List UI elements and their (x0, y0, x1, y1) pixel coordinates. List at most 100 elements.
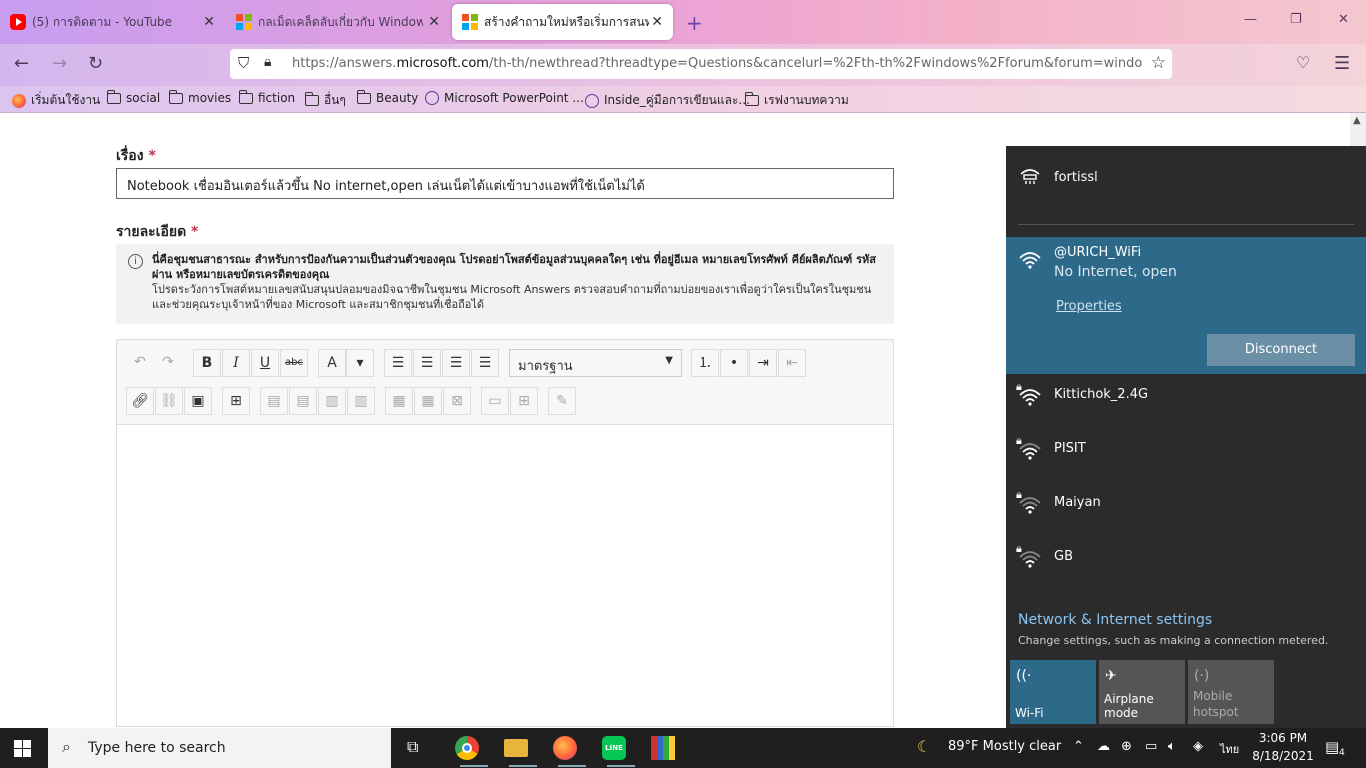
restore-icon[interactable]: ❐ (1290, 12, 1302, 27)
pocket-icon[interactable]: ♡ (1296, 53, 1310, 72)
bookmark-folder[interactable]: social (106, 89, 160, 105)
app-tray-icon[interactable]: ◈ (1193, 739, 1203, 754)
font-color-dropdown-icon[interactable]: ▾ (346, 349, 374, 377)
network-item[interactable]: 🔒︎ Maiyan (1006, 486, 1366, 536)
italic-button[interactable]: I (222, 349, 250, 377)
bulleted-list-icon[interactable]: • (720, 349, 748, 377)
merge-cells-icon[interactable]: ▭ (481, 387, 509, 415)
scroll-up-icon[interactable]: ▲ (1353, 115, 1361, 126)
clear-formatting-icon[interactable]: ✎ (548, 387, 576, 415)
bookmark-folder[interactable]: อื่นๆ (304, 91, 346, 110)
delete-column-icon[interactable]: ▦ (414, 387, 442, 415)
network-wired-fortissl[interactable]: fortissl (1006, 160, 1366, 200)
taskbar-search[interactable]: ⌕ Type here to search (48, 728, 391, 768)
shield-icon[interactable]: ⛉ (238, 54, 249, 72)
align-center-icon[interactable]: ☰ (413, 349, 441, 377)
moon-weather-icon[interactable]: ☾ (917, 737, 931, 756)
subject-input[interactable]: Notebook เชื่อมอินเตอร์แล้วขึ้น No inter… (116, 168, 894, 199)
tab-new-thread[interactable]: สร้างคำถามใหม่หรือเริ่มการสนทนา ✕ (452, 4, 673, 40)
chrome-icon[interactable] (455, 736, 479, 760)
split-cells-icon[interactable]: ⊞ (510, 387, 538, 415)
disconnect-button[interactable]: Disconnect (1207, 334, 1355, 366)
new-tab-icon[interactable]: + (686, 11, 703, 35)
table-row-above-icon[interactable]: ▤ (260, 387, 288, 415)
indent-icon[interactable]: ⇥ (749, 349, 777, 377)
close-tab-icon[interactable]: ✕ (651, 14, 663, 30)
mobile-hotspot-toggle[interactable]: (·) Mobile hotspot (1188, 660, 1274, 724)
table-col-left-icon[interactable]: ▥ (318, 387, 346, 415)
delete-row-icon[interactable]: ▦ (385, 387, 413, 415)
align-justify-icon[interactable]: ☰ (471, 349, 499, 377)
bookmark-folder[interactable]: fiction (238, 89, 295, 105)
lock-icon[interactable]: 🔒︎ (264, 54, 271, 70)
network-globe-icon[interactable]: ⊕ (1121, 739, 1132, 754)
bookmark-item[interactable]: เริ่มต้นใช้งาน (12, 91, 100, 110)
show-hidden-icons-icon[interactable]: ⌃ (1073, 739, 1084, 754)
insert-table-icon[interactable]: ⊞ (222, 387, 250, 415)
font-color-button[interactable]: A (318, 349, 346, 377)
volume-icon[interactable]: 🔈︎ (1168, 739, 1176, 754)
clock-date[interactable]: 8/18/2021 (1252, 749, 1314, 763)
link-icon[interactable]: 🔗︎ (126, 387, 154, 415)
clock-time[interactable]: 3:06 PM (1258, 731, 1308, 745)
notifications-icon[interactable]: ▤ (1325, 738, 1339, 756)
numbered-list-icon[interactable]: ⒈ (691, 349, 719, 377)
wifi-toggle[interactable]: ((· Wi-Fi (1010, 660, 1096, 724)
forward-icon[interactable]: → (52, 53, 67, 74)
reload-icon[interactable]: ↻ (88, 53, 103, 74)
network-item[interactable]: 🔒︎ Kittichok_2.4G (1006, 378, 1366, 428)
network-item[interactable]: 🔒︎ GB (1006, 540, 1366, 590)
menu-icon[interactable]: ☰ (1334, 53, 1350, 74)
hotspot-icon: (·) (1194, 668, 1210, 684)
close-tab-icon[interactable]: ✕ (203, 14, 215, 30)
file-explorer-icon[interactable] (504, 739, 528, 757)
url-text[interactable]: https://answers.microsoft.com/th-th/newt… (292, 56, 1142, 71)
unlink-icon[interactable]: ⛓ (155, 387, 183, 415)
outdent-icon[interactable]: ⇤ (778, 349, 806, 377)
table-row-below-icon[interactable]: ▤ (289, 387, 317, 415)
bookmark-folder[interactable]: เรฟงานบทความ (744, 91, 849, 110)
delete-table-icon[interactable]: ⊠ (443, 387, 471, 415)
bold-button[interactable]: B (193, 349, 221, 377)
airplane-mode-toggle[interactable]: ✈ Airplane mode (1099, 660, 1185, 724)
quick-action-label: Wi-Fi (1015, 706, 1044, 720)
network-settings-link[interactable]: Network & Internet settings (1018, 612, 1212, 628)
onedrive-icon[interactable]: ☁ (1097, 739, 1110, 754)
bookmark-folder[interactable]: movies (168, 89, 231, 105)
network-item[interactable]: 🔒︎ PISIT (1006, 432, 1366, 482)
bookmark-item[interactable]: Microsoft PowerPoint ... (425, 91, 584, 105)
back-icon[interactable]: ← (14, 53, 29, 74)
underline-button[interactable]: U (251, 349, 279, 377)
firefox-icon[interactable] (553, 736, 577, 760)
undo-icon[interactable]: ↶ (126, 349, 154, 377)
task-view-icon[interactable]: ⧉ (407, 737, 418, 757)
editor-body[interactable] (117, 426, 893, 726)
redo-icon[interactable]: ↷ (154, 349, 182, 377)
subject-label: เรื่อง * (116, 148, 156, 164)
bookmark-star-icon[interactable]: ☆ (1151, 53, 1166, 73)
properties-link[interactable]: Properties (1056, 299, 1122, 314)
align-left-icon[interactable]: ☰ (384, 349, 412, 377)
align-right-icon[interactable]: ☰ (442, 349, 470, 377)
font-style-select[interactable]: มาตรฐาน ▼ (509, 349, 682, 377)
minimize-icon[interactable]: — (1244, 12, 1257, 27)
image-icon[interactable]: ▣ (184, 387, 212, 415)
tab-youtube[interactable]: (5) การติดตาม - YouTube ✕ (0, 4, 225, 40)
address-bar[interactable]: ⛉ 🔒︎ https://answers.microsoft.com/th-th… (230, 49, 1172, 79)
tab-windows-tips[interactable]: กลเม็ดเคล็ดลับเกี่ยวกับ Windows ✕ (226, 4, 450, 40)
line-icon[interactable]: LINE (602, 736, 626, 760)
folder-icon (238, 89, 253, 104)
winrar-icon[interactable] (651, 736, 675, 760)
bookmark-folder[interactable]: Beauty (356, 89, 418, 105)
table-col-right-icon[interactable]: ▥ (347, 387, 375, 415)
network-active-urich[interactable]: @URICH_WiFi No Internet, open Properties… (1006, 237, 1366, 374)
close-tab-icon[interactable]: ✕ (428, 14, 440, 30)
close-window-icon[interactable]: ✕ (1338, 12, 1349, 27)
info-icon: i (128, 254, 143, 269)
bookmark-item[interactable]: Inside_คู่มือการเขียนและ... (585, 91, 750, 110)
weather-text[interactable]: 89°F Mostly clear (948, 739, 1061, 754)
windows-start-icon[interactable] (14, 740, 31, 757)
strikethrough-button[interactable]: abc (280, 349, 308, 377)
battery-icon[interactable]: ▭ (1145, 739, 1157, 754)
language-indicator[interactable]: ไทย (1220, 740, 1239, 758)
